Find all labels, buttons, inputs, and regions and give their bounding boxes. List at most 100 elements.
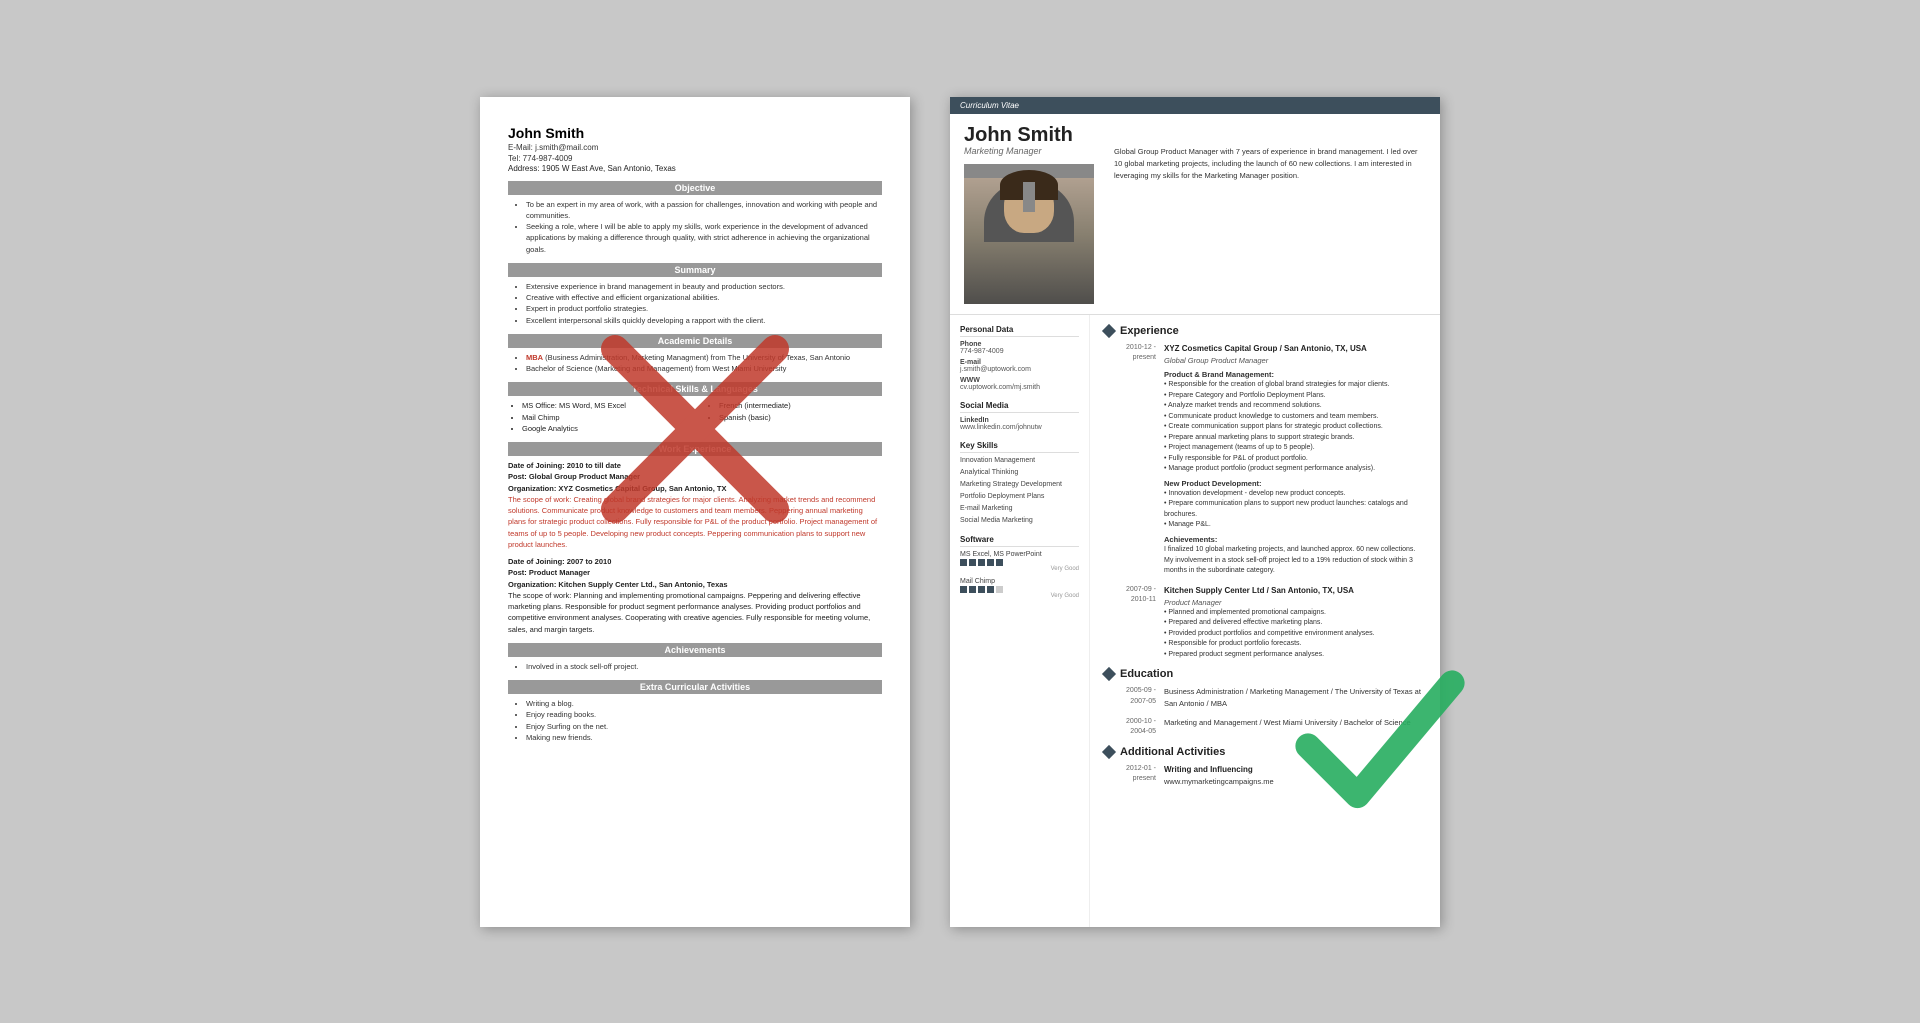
cv-photo [964, 164, 1094, 304]
cv-top-left: John Smith Marketing Manager [964, 124, 1104, 304]
extra-item-1: Writing a blog. [526, 698, 882, 709]
exp-job-1: 2010-12 - present XYZ Cosmetics Capital … [1104, 343, 1426, 577]
photo-bg [964, 178, 1094, 304]
extra-item-3: Enjoy Surfing on the net. [526, 721, 882, 732]
edu-dates-1: 2005-09 - 2007-05 [1104, 686, 1156, 709]
objective-item-1: To be an expert in my area of work, with… [526, 199, 882, 222]
summary-header: Summary [508, 263, 882, 277]
left-address: Address: 1905 W East Ave, San Antonio, T… [508, 164, 676, 173]
linkedin-value: www.linkedin.com/johnutw [960, 424, 1079, 431]
work-scope-2: The scope of work: Planning and implemen… [508, 590, 882, 635]
work-joining-2: Date of Joining: 2007 to 2010 [508, 556, 882, 567]
diamond-icon-experience [1102, 323, 1116, 337]
work-org-2: Organization: Kitchen Supply Center Ltd.… [508, 579, 882, 590]
left-name: John Smith [508, 125, 882, 141]
dot-1 [960, 586, 967, 593]
cv-title: Marketing Manager [964, 146, 1104, 156]
additional-dates-1: 2012-01 - present [1104, 764, 1156, 787]
software-section: Software MS Excel, MS PowerPoint Very Go… [960, 535, 1079, 599]
objective-list: To be an expert in my area of work, with… [508, 199, 882, 255]
additional-item-1: 2012-01 - present Writing and Influencin… [1104, 764, 1426, 787]
linkedin-label: LinkedIn [960, 417, 1079, 424]
exp-job-2: 2007-09 - 2010-11 Kitchen Supply Center … [1104, 585, 1426, 661]
edu-content-1: Business Administration / Marketing Mana… [1164, 686, 1426, 709]
dot-5-empty [996, 586, 1003, 593]
additional-section-title: Additional Activities [1104, 746, 1426, 758]
summary-list: Extensive experience in brand management… [508, 281, 882, 326]
diamond-icon-education [1102, 667, 1116, 681]
exp-content-1: XYZ Cosmetics Capital Group / San Antoni… [1164, 343, 1426, 577]
cv-main-content: Experience 2010-12 - present XYZ Cosmeti… [1090, 315, 1440, 927]
edu-content-2: Marketing and Management / West Miami Un… [1164, 717, 1426, 738]
edu-item-2: 2000-10 - 2004-05 Marketing and Manageme… [1104, 717, 1426, 738]
work-post-2: Post: Product Manager [508, 567, 882, 578]
academic-item-1: MBA (Business Administration, Marketing … [526, 352, 882, 363]
achievements-list: Involved in a stock sell-off project. [508, 661, 882, 672]
www-label: WWW [960, 377, 1079, 384]
dot-4 [987, 586, 994, 593]
left-phone: Tel: 774-987-4009 [508, 154, 882, 163]
work-job-1: Date of Joining: 2010 to till date Post:… [508, 460, 882, 550]
diamond-icon-additional [1102, 745, 1116, 759]
extra-header: Extra Curricular Activities [508, 680, 882, 694]
personal-data-section: Personal Data Phone 774-987-4009 E-mail … [960, 325, 1079, 391]
personal-data-title: Personal Data [960, 325, 1079, 337]
dot-2 [969, 586, 976, 593]
software-rating-2 [960, 586, 1079, 593]
experience-section-title: Experience [1104, 325, 1426, 337]
extra-item-2: Enjoy reading books. [526, 709, 882, 720]
objective-item-2: Seeking a role, where I will be able to … [526, 221, 882, 255]
extra-list: Writing a blog. Enjoy reading books. Enj… [508, 698, 882, 743]
dot-5 [996, 559, 1003, 566]
extra-item-4: Making new friends. [526, 732, 882, 743]
skill-item-3: Google Analytics [522, 423, 685, 434]
education-section-title: Education [1104, 668, 1426, 680]
skill-item-1: MS Office: MS Word, MS Excel [522, 400, 685, 411]
email-label: E-mail [960, 359, 1079, 366]
work-job-2: Date of Joining: 2007 to 2010 Post: Prod… [508, 556, 882, 635]
academic-item-2: Bachelor of Science (Marketing and Manag… [526, 363, 882, 374]
skill-row-5: E-mail Marketing [960, 505, 1079, 513]
exp-dates-1: 2010-12 - present [1104, 343, 1156, 577]
edu-dates-2: 2000-10 - 2004-05 [1104, 717, 1156, 738]
software-rating-1 [960, 559, 1079, 566]
right-resume: Curriculum Vitae John Smith Marketing Ma… [950, 97, 1440, 927]
academic-header: Academic Details [508, 334, 882, 348]
key-skills-title: Key Skills [960, 441, 1079, 453]
lang-item-2: Spanish (basic) [719, 412, 882, 423]
skill-row-6: Social Media Marketing [960, 517, 1079, 525]
skill-row-1: Innovation Management [960, 457, 1079, 465]
academic-list: MBA (Business Administration, Marketing … [508, 352, 882, 375]
additional-content-1: Writing and Influencing www.mymarketingc… [1164, 764, 1426, 787]
summary-item-1: Extensive experience in brand management… [526, 281, 882, 292]
cv-top-section: John Smith Marketing Manager Global Grou… [950, 114, 1440, 315]
software-title: Software [960, 535, 1079, 547]
summary-item-2: Creative with effective and efficient or… [526, 292, 882, 303]
dot-3 [978, 559, 985, 566]
social-media-section: Social Media LinkedIn www.linkedin.com/j… [960, 401, 1079, 431]
exp-content-2: Kitchen Supply Center Ltd / San Antonio,… [1164, 585, 1426, 661]
social-media-title: Social Media [960, 401, 1079, 413]
phone-value: 774-987-4009 [960, 348, 1079, 355]
work-org-1: Organization: XYZ Cosmetics Capital Grou… [508, 483, 882, 494]
skill-item-2: Mail Chimp [522, 412, 685, 423]
dot-3 [978, 586, 985, 593]
work-header: Work Experience [508, 442, 882, 456]
edu-item-1: 2005-09 - 2007-05 Business Administratio… [1104, 686, 1426, 709]
technical-col2: French (intermediate) Spanish (basic) [705, 400, 882, 434]
left-resume: John Smith E-Mail: j.smith@mail.com Tel:… [480, 97, 910, 927]
skill-row-4: Portfolio Deployment Plans [960, 493, 1079, 501]
work-scope-1: The scope of work: Creating global brand… [508, 494, 882, 550]
cv-summary: Global Group Product Manager with 7 year… [1114, 124, 1426, 304]
dot-1 [960, 559, 967, 566]
work-joining-1: Date of Joining: 2010 to till date [508, 460, 882, 471]
phone-label: Phone [960, 341, 1079, 348]
lang-item-1: French (intermediate) [719, 400, 882, 411]
dot-4 [987, 559, 994, 566]
cv-label: Curriculum Vitae [950, 97, 1440, 114]
technical-skills-row: MS Office: MS Word, MS Excel Mail Chimp … [508, 400, 882, 434]
key-skills-section: Key Skills Innovation Management Analyti… [960, 441, 1079, 525]
photo-tie [1023, 182, 1035, 212]
left-email: E-Mail: j.smith@mail.com [508, 143, 882, 152]
skill-row-2: Analytical Thinking [960, 469, 1079, 477]
